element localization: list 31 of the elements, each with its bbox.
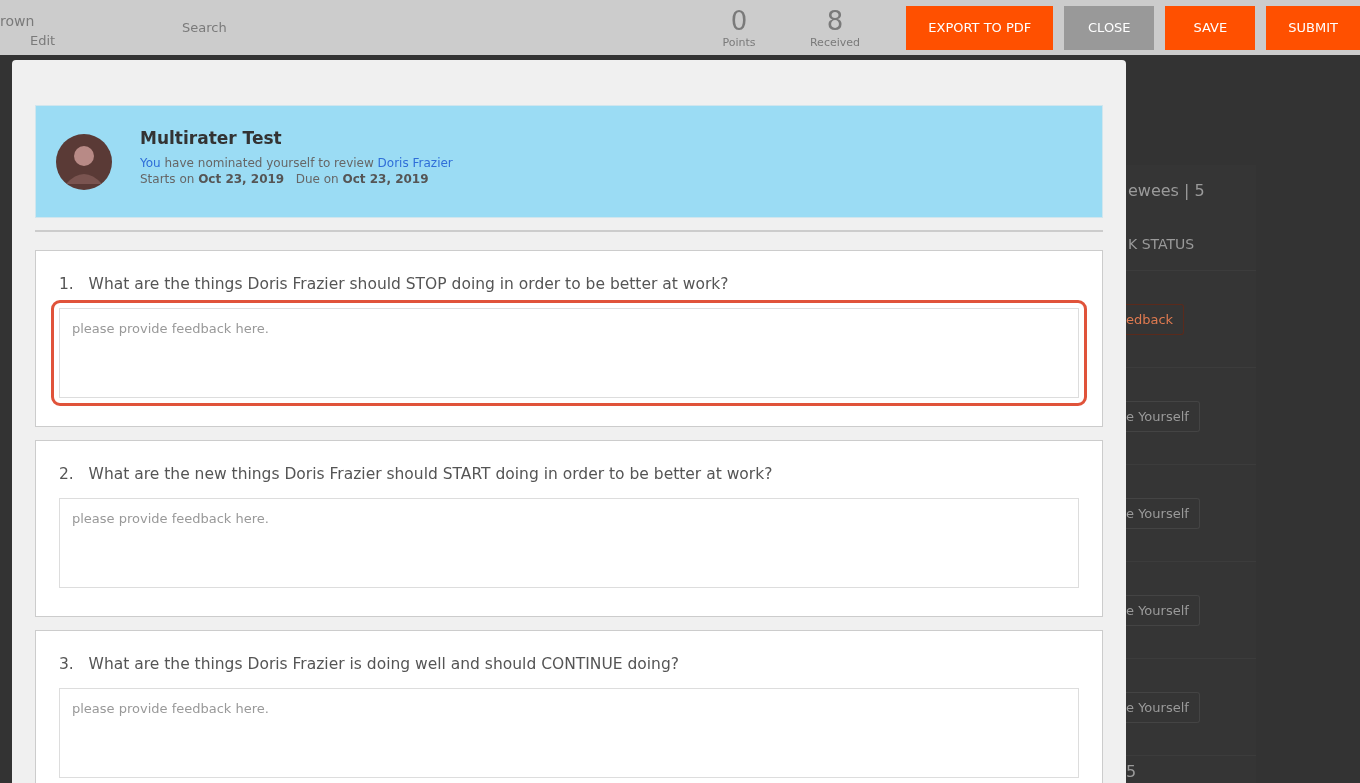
row-action-button[interactable]: e Yourself (1126, 594, 1200, 626)
row-action-button[interactable]: e Yourself (1126, 691, 1200, 723)
toolbar-button[interactable]: SAVE (1165, 5, 1256, 50)
stat-label: Received (809, 36, 861, 49)
toolbar-button[interactable]: EXPORT TO PDF (906, 5, 1054, 50)
row-action-button[interactable]: e Yourself (1126, 497, 1200, 529)
feedback-field[interactable]: please provide feedback here. (59, 308, 1079, 398)
stat-value: 8 (826, 6, 844, 36)
review-title: Multirater Test (140, 127, 283, 148)
actor-link[interactable]: You (140, 155, 161, 170)
question-text: 3. What are the things Doris Frazier is doing well and should CONTINUE doing? (59, 655, 680, 673)
feedback-field[interactable]: please provide feedback here. (59, 688, 1079, 778)
row-action-button[interactable]: edback (1126, 303, 1185, 335)
row-action-button[interactable]: e Yourself (1126, 400, 1200, 432)
panel-title: ewees | 5 (1127, 180, 1206, 200)
edit-link[interactable]: Edit (30, 33, 150, 48)
toolbar-button[interactable]: CLOSE (1064, 5, 1155, 50)
review-dates: Starts on Oct 23, 2019 Due on Oct 23, 2019 (140, 171, 430, 186)
stat-value: 0 (730, 6, 748, 36)
avatar (56, 133, 112, 190)
stat-label: Points (722, 36, 756, 49)
page-number: 5 (1126, 761, 1138, 781)
question-text: 2. What are the new things Doris Frazier should START doing in order to be better at work? (59, 465, 774, 483)
nomination-text: You have nominated yourself to review Doris Frazier (140, 155, 453, 170)
reviewee-link[interactable]: Doris Frazier (377, 155, 453, 170)
user-name: rown (0, 13, 36, 29)
feedback-field[interactable]: please provide feedback here. (59, 498, 1079, 588)
question-text: 1. What are the things Doris Frazier should STOP doing in order to be better at work? (59, 275, 730, 293)
column-header: K STATUS (1126, 200, 1256, 271)
toolbar-button[interactable]: SUBMIT (1266, 5, 1360, 50)
search-field[interactable]: Search (180, 19, 384, 36)
